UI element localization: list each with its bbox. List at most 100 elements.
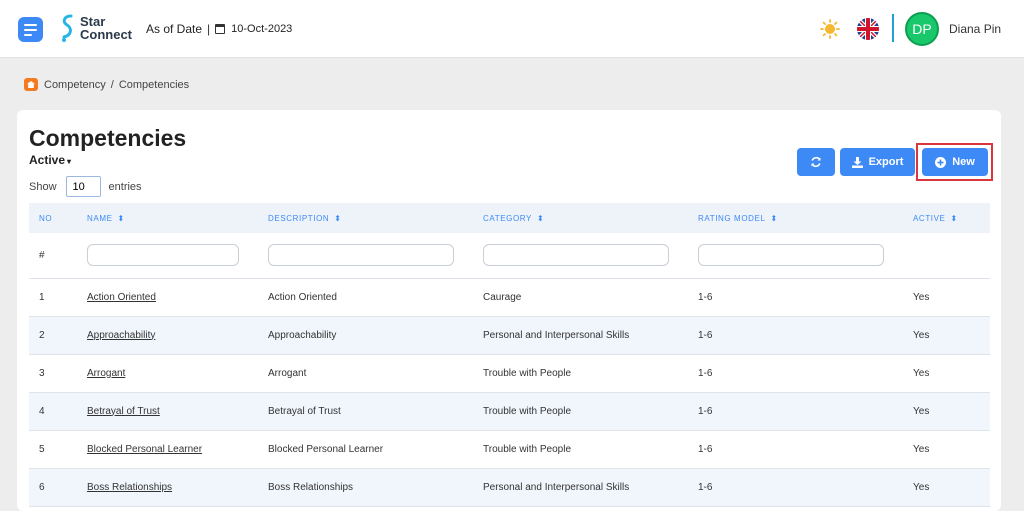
as-of-date-value[interactable]: 10-Oct-2023 [231,23,292,35]
header-description[interactable]: DESCRIPTION ⬍ [258,203,473,233]
competency-link[interactable]: Betrayal of Trust [87,406,160,417]
competency-link[interactable]: Blocked Personal Learner [87,444,202,455]
table-row: 6 Boss Relationships Boss Relationships … [29,468,990,506]
cell-active: Yes [913,405,930,417]
page-title: Competencies [29,125,187,151]
avatar[interactable]: DP [905,12,939,46]
cell-rating-model: 1-6 [698,291,713,303]
rating-model-filter-input[interactable] [698,244,884,267]
entries-input[interactable] [65,176,101,197]
breadcrumb-competency[interactable]: Competency [44,79,106,91]
as-of-separator: | [207,22,211,36]
header-no-label: NO [39,213,53,223]
header-description-label: DESCRIPTION [268,213,330,223]
table-row: 5 Blocked Personal Learner Blocked Perso… [29,430,990,468]
description-filter-input[interactable] [268,244,454,267]
breadcrumb: Competency / Competencies [24,78,189,91]
cell-description: Blocked Personal Learner [268,443,384,455]
home-icon[interactable] [24,78,38,91]
menu-icon[interactable] [18,17,43,42]
as-of-label: As of Date [146,22,203,36]
category-filter-input[interactable] [483,244,669,267]
show-label: Show [29,180,57,193]
competencies-card: Competencies Active▾ Show entries Export… [17,110,1001,511]
calendar-icon [215,24,226,34]
header-rating-model-label: RATING MODEL [698,213,766,223]
filter-cell-category [473,233,688,278]
refresh-icon [811,156,821,168]
cell-active: Yes [913,291,930,303]
table-row: 1 Action Oriented Action Oriented Caurag… [29,278,990,316]
header-active[interactable]: ACTIVE ⬍ [903,203,990,233]
name-filter-input[interactable] [87,244,239,267]
sort-icon: ⬍ [950,213,958,223]
new-button-highlight [916,143,993,181]
cell-name: Arrogant [77,354,258,392]
competency-link[interactable]: Action Oriented [87,292,156,303]
cell-active: Yes [913,329,930,341]
table-row: 3 Arrogant Arrogant Trouble with People … [29,354,990,392]
cell-no: 6 [39,481,45,493]
top-bar: Star Connect As of Date | 10-Oct-2023 DP… [0,0,1024,58]
sun-icon[interactable] [820,19,840,39]
header-active-label: ACTIVE [913,213,946,223]
sort-icon: ⬍ [770,213,778,223]
cell-category: Personal and Interpersonal Skills [483,481,630,493]
cell-category: Trouble with People [483,405,572,417]
filter-cell-name [77,233,258,278]
competency-link[interactable]: Arrogant [87,368,125,379]
header-divider [892,14,894,42]
cell-name: Blocked Personal Learner [77,430,258,468]
header-category[interactable]: CATEGORY ⬍ [473,203,688,233]
sort-icon: ⬍ [536,213,545,223]
uk-flag-icon[interactable] [857,18,879,40]
logo-line2: Connect [80,27,132,42]
entries-length: Show entries [29,176,142,197]
export-button[interactable]: Export [840,148,915,176]
table-row: 4 Betrayal of Trust Betrayal of Trust Tr… [29,392,990,430]
cell-name: Boss Relationships [77,468,258,506]
breadcrumb-separator: / [110,78,114,91]
header-name[interactable]: NAME ⬍ [77,203,258,233]
status-filter-label: Active [29,153,66,167]
cell-name: Action Oriented [77,278,258,316]
cell-rating-model: 1-6 [698,443,713,455]
cell-category: Trouble with People [483,443,572,455]
cell-description: Boss Relationships [268,481,354,493]
cell-no: 2 [39,329,45,341]
download-icon [851,156,863,168]
entries-label: entries [108,180,142,193]
competency-link[interactable]: Boss Relationships [87,482,172,493]
breadcrumb-competencies: Competencies [118,78,190,91]
export-label: Export [868,156,904,168]
header-no: NO [29,203,77,233]
cell-description: Betrayal of Trust [268,405,341,417]
cell-no: 4 [39,405,45,417]
cell-description: Approachability [268,329,337,341]
as-of-date: As of Date | 10-Oct-2023 [146,22,292,36]
cell-rating-model: 1-6 [698,367,713,379]
cell-active: Yes [913,443,930,455]
cell-no: 1 [39,291,45,303]
header-rating-model[interactable]: RATING MODEL ⬍ [688,203,903,233]
app-logo[interactable]: Star Connect [60,13,132,43]
refresh-button[interactable] [797,148,835,176]
logo-text: Star Connect [80,15,132,41]
cell-category: Trouble with People [483,367,572,379]
table-row: 2 Approachability Approachability Person… [29,316,990,354]
cell-description: Arrogant [268,367,307,379]
cell-category: Caurage [483,291,522,303]
filter-row: # [29,233,990,278]
user-name[interactable]: Diana Pin [949,22,1001,36]
competency-link[interactable]: Approachability [87,330,155,341]
status-filter-dropdown[interactable]: Active ▾ [29,153,71,167]
filter-hash: # [39,249,45,261]
cell-rating-model: 1-6 [698,481,713,493]
cell-category: Personal and Interpersonal Skills [483,329,630,341]
sort-icon: ⬍ [334,213,342,223]
cell-name: Betrayal of Trust [77,392,258,430]
header-category-label: CATEGORY [483,213,532,223]
sort-icon: ⬍ [117,213,125,223]
logo-mark-icon [62,14,73,42]
cell-no: 3 [39,367,45,379]
